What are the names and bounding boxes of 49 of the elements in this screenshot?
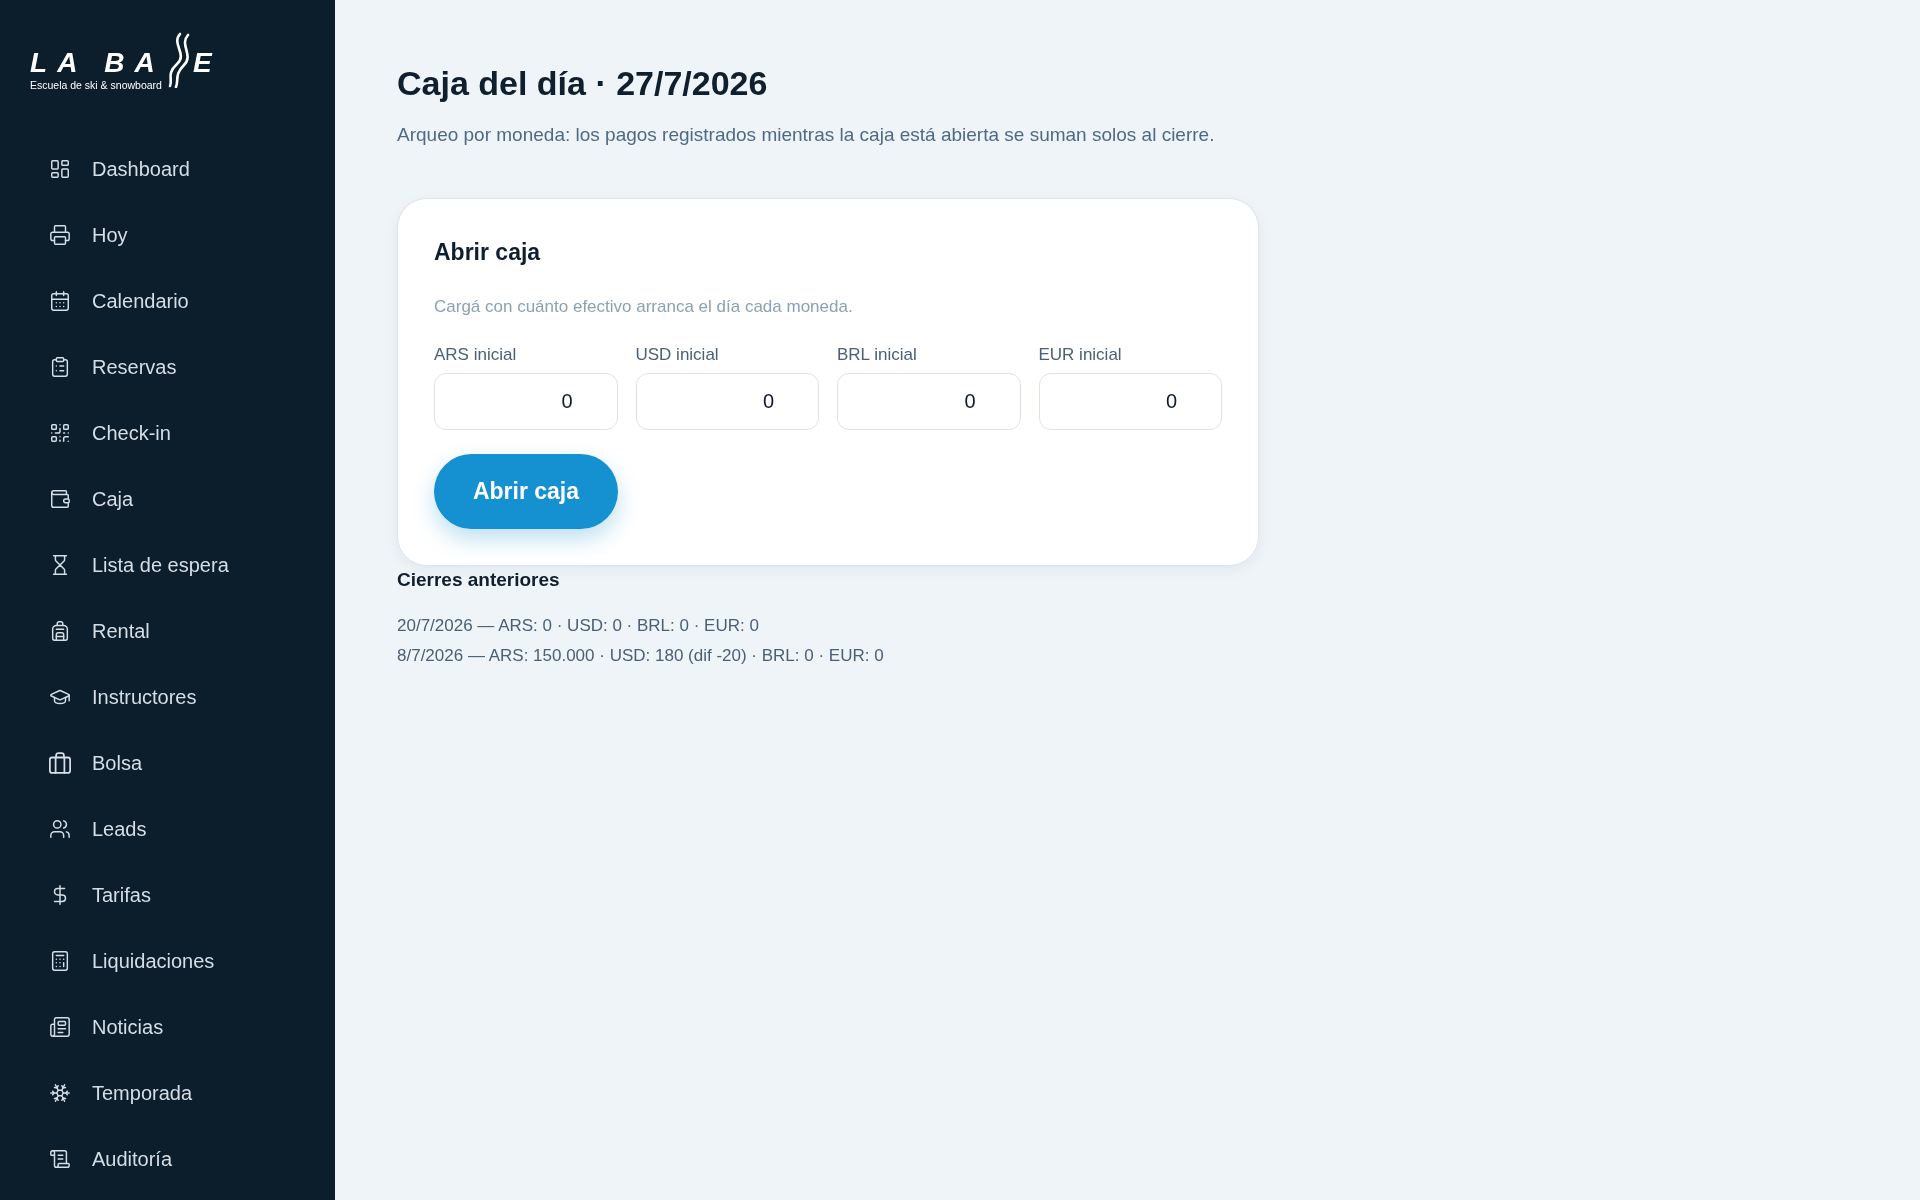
snowflake-icon <box>49 1082 71 1104</box>
newspaper-icon <box>49 1016 71 1038</box>
nav-item[interactable]: Calendario <box>0 268 335 334</box>
nav-item[interactable]: Dashboard <box>0 136 335 202</box>
qr-code-icon <box>49 422 71 444</box>
field-label: ARS inicial <box>434 344 518 366</box>
ski-swoosh-icon <box>166 32 191 88</box>
page-title: Caja del día · 27/7/2026 <box>397 63 768 104</box>
amount-input[interactable]: 0 <box>635 373 819 430</box>
open-cash-button[interactable]: Abrir caja <box>434 454 618 529</box>
page-subtitle: Arqueo por moneda: los pagos registrados mientras la caja está abierta se suman solos al cierre. <box>397 123 1215 147</box>
nav-item[interactable]: Noticias <box>0 994 335 1060</box>
amount-input[interactable]: 0 <box>837 373 1021 430</box>
clipboard-icon <box>49 356 71 378</box>
printer-icon <box>49 224 71 246</box>
nav-item[interactable]: Hoy <box>0 202 335 268</box>
section-title: Cierres anteriores <box>397 568 560 592</box>
nav-item[interactable]: Liquidaciones <box>0 928 335 994</box>
card-hint: Cargá con cuánto efectivo arranca el día cada moneda. <box>434 296 853 318</box>
closing-entry: 8/7/2026 — ARS: 150.000 · USD: 180 (dif -20) · BRL: 0 · EUR: 0 <box>397 645 884 667</box>
nav-item[interactable]: Rental <box>0 598 335 664</box>
nav-item[interactable]: Instructores <box>0 664 335 730</box>
nav-item[interactable]: Bolsa <box>0 730 335 796</box>
nav-item[interactable]: Check-in <box>0 400 335 466</box>
backpack-icon <box>49 620 71 642</box>
calculator-icon <box>49 950 71 972</box>
calendar-icon <box>49 290 71 312</box>
nav-item[interactable]: Tarifas <box>0 862 335 928</box>
nav-item[interactable]: Lista de espera <box>0 532 335 598</box>
nav-item[interactable]: Caja <box>0 466 335 532</box>
briefcase-icon <box>49 752 71 774</box>
field-label: EUR inicial <box>1038 344 1123 366</box>
field-label: BRL inicial <box>837 344 918 366</box>
nav-item[interactable]: Leads <box>0 796 335 862</box>
card-title: Abrir caja <box>434 238 541 267</box>
nav-item[interactable]: Auditoría <box>0 1126 335 1192</box>
nav-item[interactable]: Temporada <box>0 1060 335 1126</box>
amount-input[interactable]: 0 <box>434 373 618 430</box>
logo-wordmark: LA BA <box>30 50 165 76</box>
scroll-icon <box>49 1148 71 1170</box>
nav-item[interactable]: Reservas <box>0 334 335 400</box>
amount-input[interactable]: 0 <box>1038 373 1222 430</box>
logo-tagline: Escuela de ski & snowboard <box>30 79 163 91</box>
users-icon <box>49 818 71 840</box>
layout-grid-icon <box>49 158 71 180</box>
wallet-icon <box>49 488 71 510</box>
field-label: USD inicial <box>635 344 720 366</box>
closing-entry: 20/7/2026 — ARS: 0 · USD: 0 · BRL: 0 · EUR: 0 <box>397 615 760 637</box>
logo-wordmark: E <box>192 50 212 76</box>
